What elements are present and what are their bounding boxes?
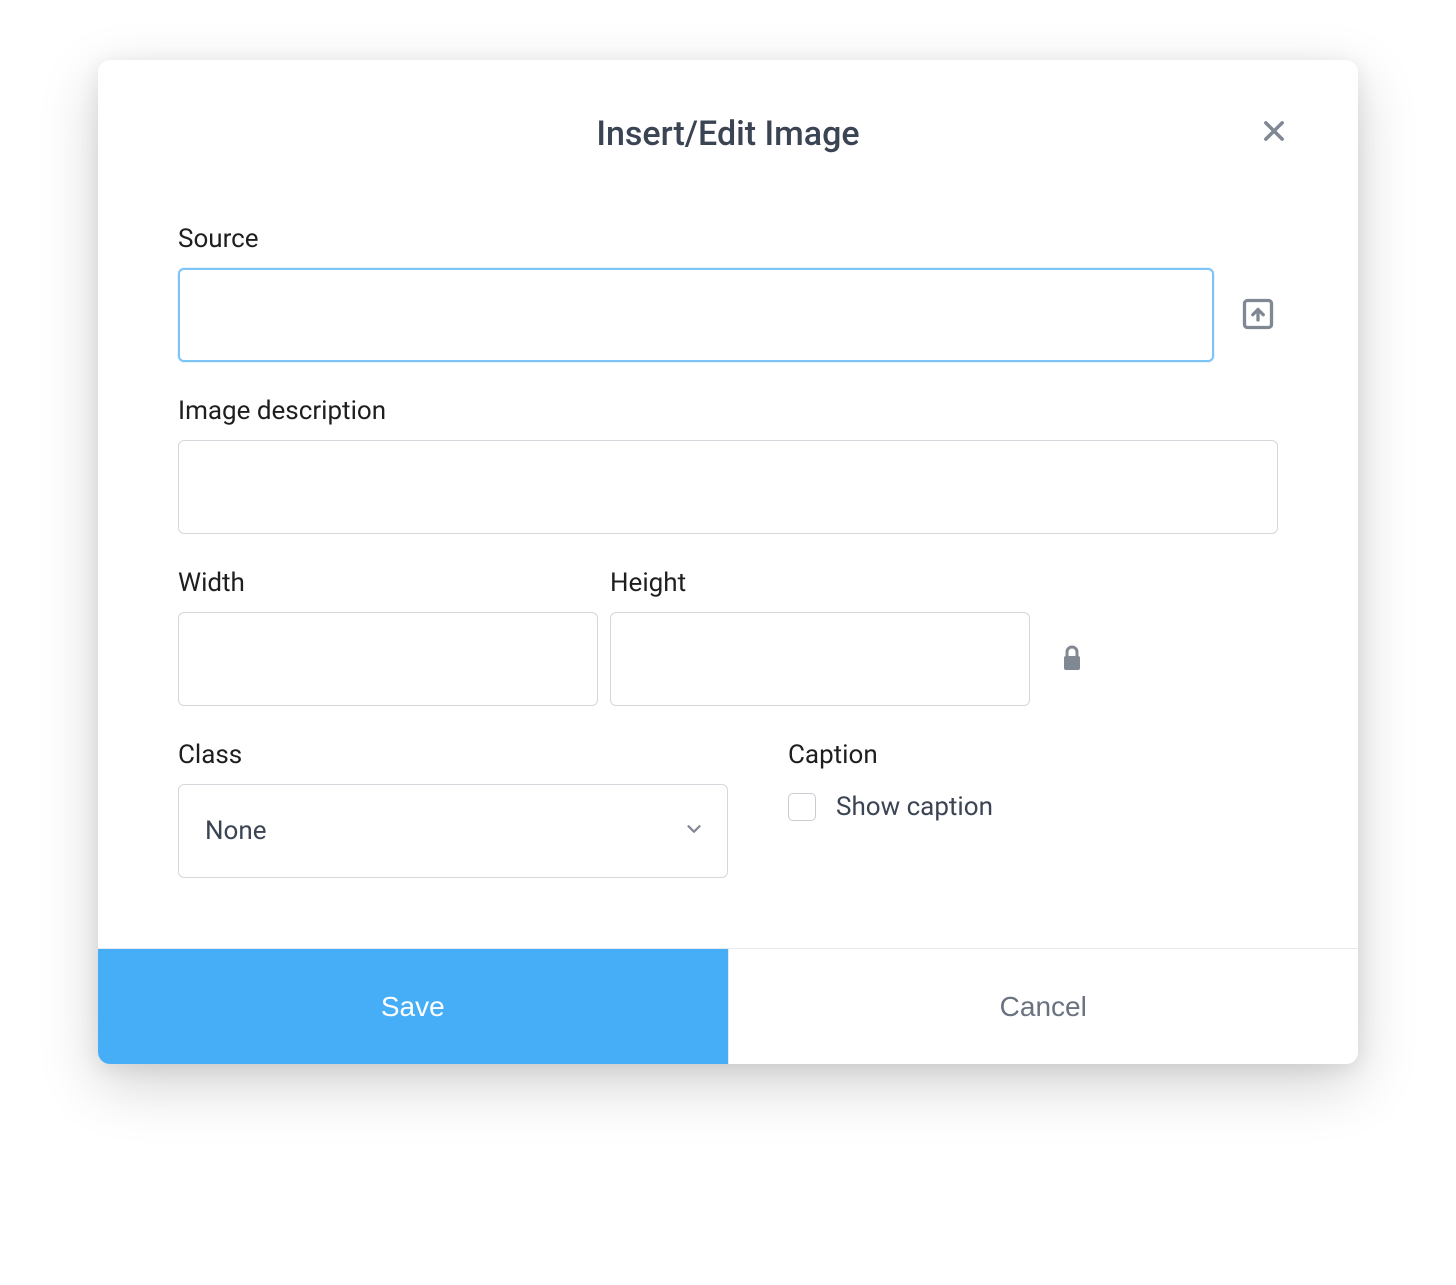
dialog-title: Insert/Edit Image — [178, 114, 1278, 154]
close-button[interactable] — [1252, 110, 1296, 154]
close-icon — [1260, 117, 1288, 148]
dialog-header: Insert/Edit Image — [98, 60, 1358, 164]
lock-aspect-button[interactable] — [1042, 612, 1102, 706]
caption-field: Caption Show caption — [768, 740, 1278, 878]
dimensions-field: Width Height — [178, 568, 1278, 706]
description-input[interactable] — [178, 440, 1278, 534]
width-field: Width — [178, 568, 598, 706]
show-caption-checkbox[interactable] — [788, 793, 816, 821]
source-field: Source — [178, 224, 1278, 362]
description-field: Image description — [178, 396, 1278, 534]
height-label: Height — [610, 568, 1030, 598]
upload-button[interactable] — [1238, 295, 1278, 335]
class-label: Class — [178, 740, 728, 770]
class-caption-row: Class None Caption Show capti — [178, 740, 1278, 878]
description-label: Image description — [178, 396, 1278, 426]
source-label: Source — [178, 224, 1278, 254]
width-label: Width — [178, 568, 598, 598]
source-input[interactable] — [178, 268, 1214, 362]
height-field: Height — [610, 568, 1030, 706]
class-field: Class None — [178, 740, 728, 878]
lock-icon — [1060, 644, 1084, 675]
caption-label: Caption — [788, 740, 1278, 770]
upload-icon — [1240, 296, 1276, 335]
insert-edit-image-dialog: Insert/Edit Image Source — [98, 60, 1358, 1064]
show-caption-label: Show caption — [836, 792, 993, 822]
class-select-value: None — [205, 816, 267, 846]
dialog-footer: Save Cancel — [98, 948, 1358, 1064]
class-select[interactable]: None — [178, 784, 728, 878]
dialog-body: Source Image descri — [98, 164, 1358, 948]
cancel-button[interactable]: Cancel — [728, 949, 1359, 1064]
height-input[interactable] — [610, 612, 1030, 706]
width-input[interactable] — [178, 612, 598, 706]
save-button[interactable]: Save — [98, 949, 728, 1064]
chevron-down-icon — [683, 818, 705, 844]
